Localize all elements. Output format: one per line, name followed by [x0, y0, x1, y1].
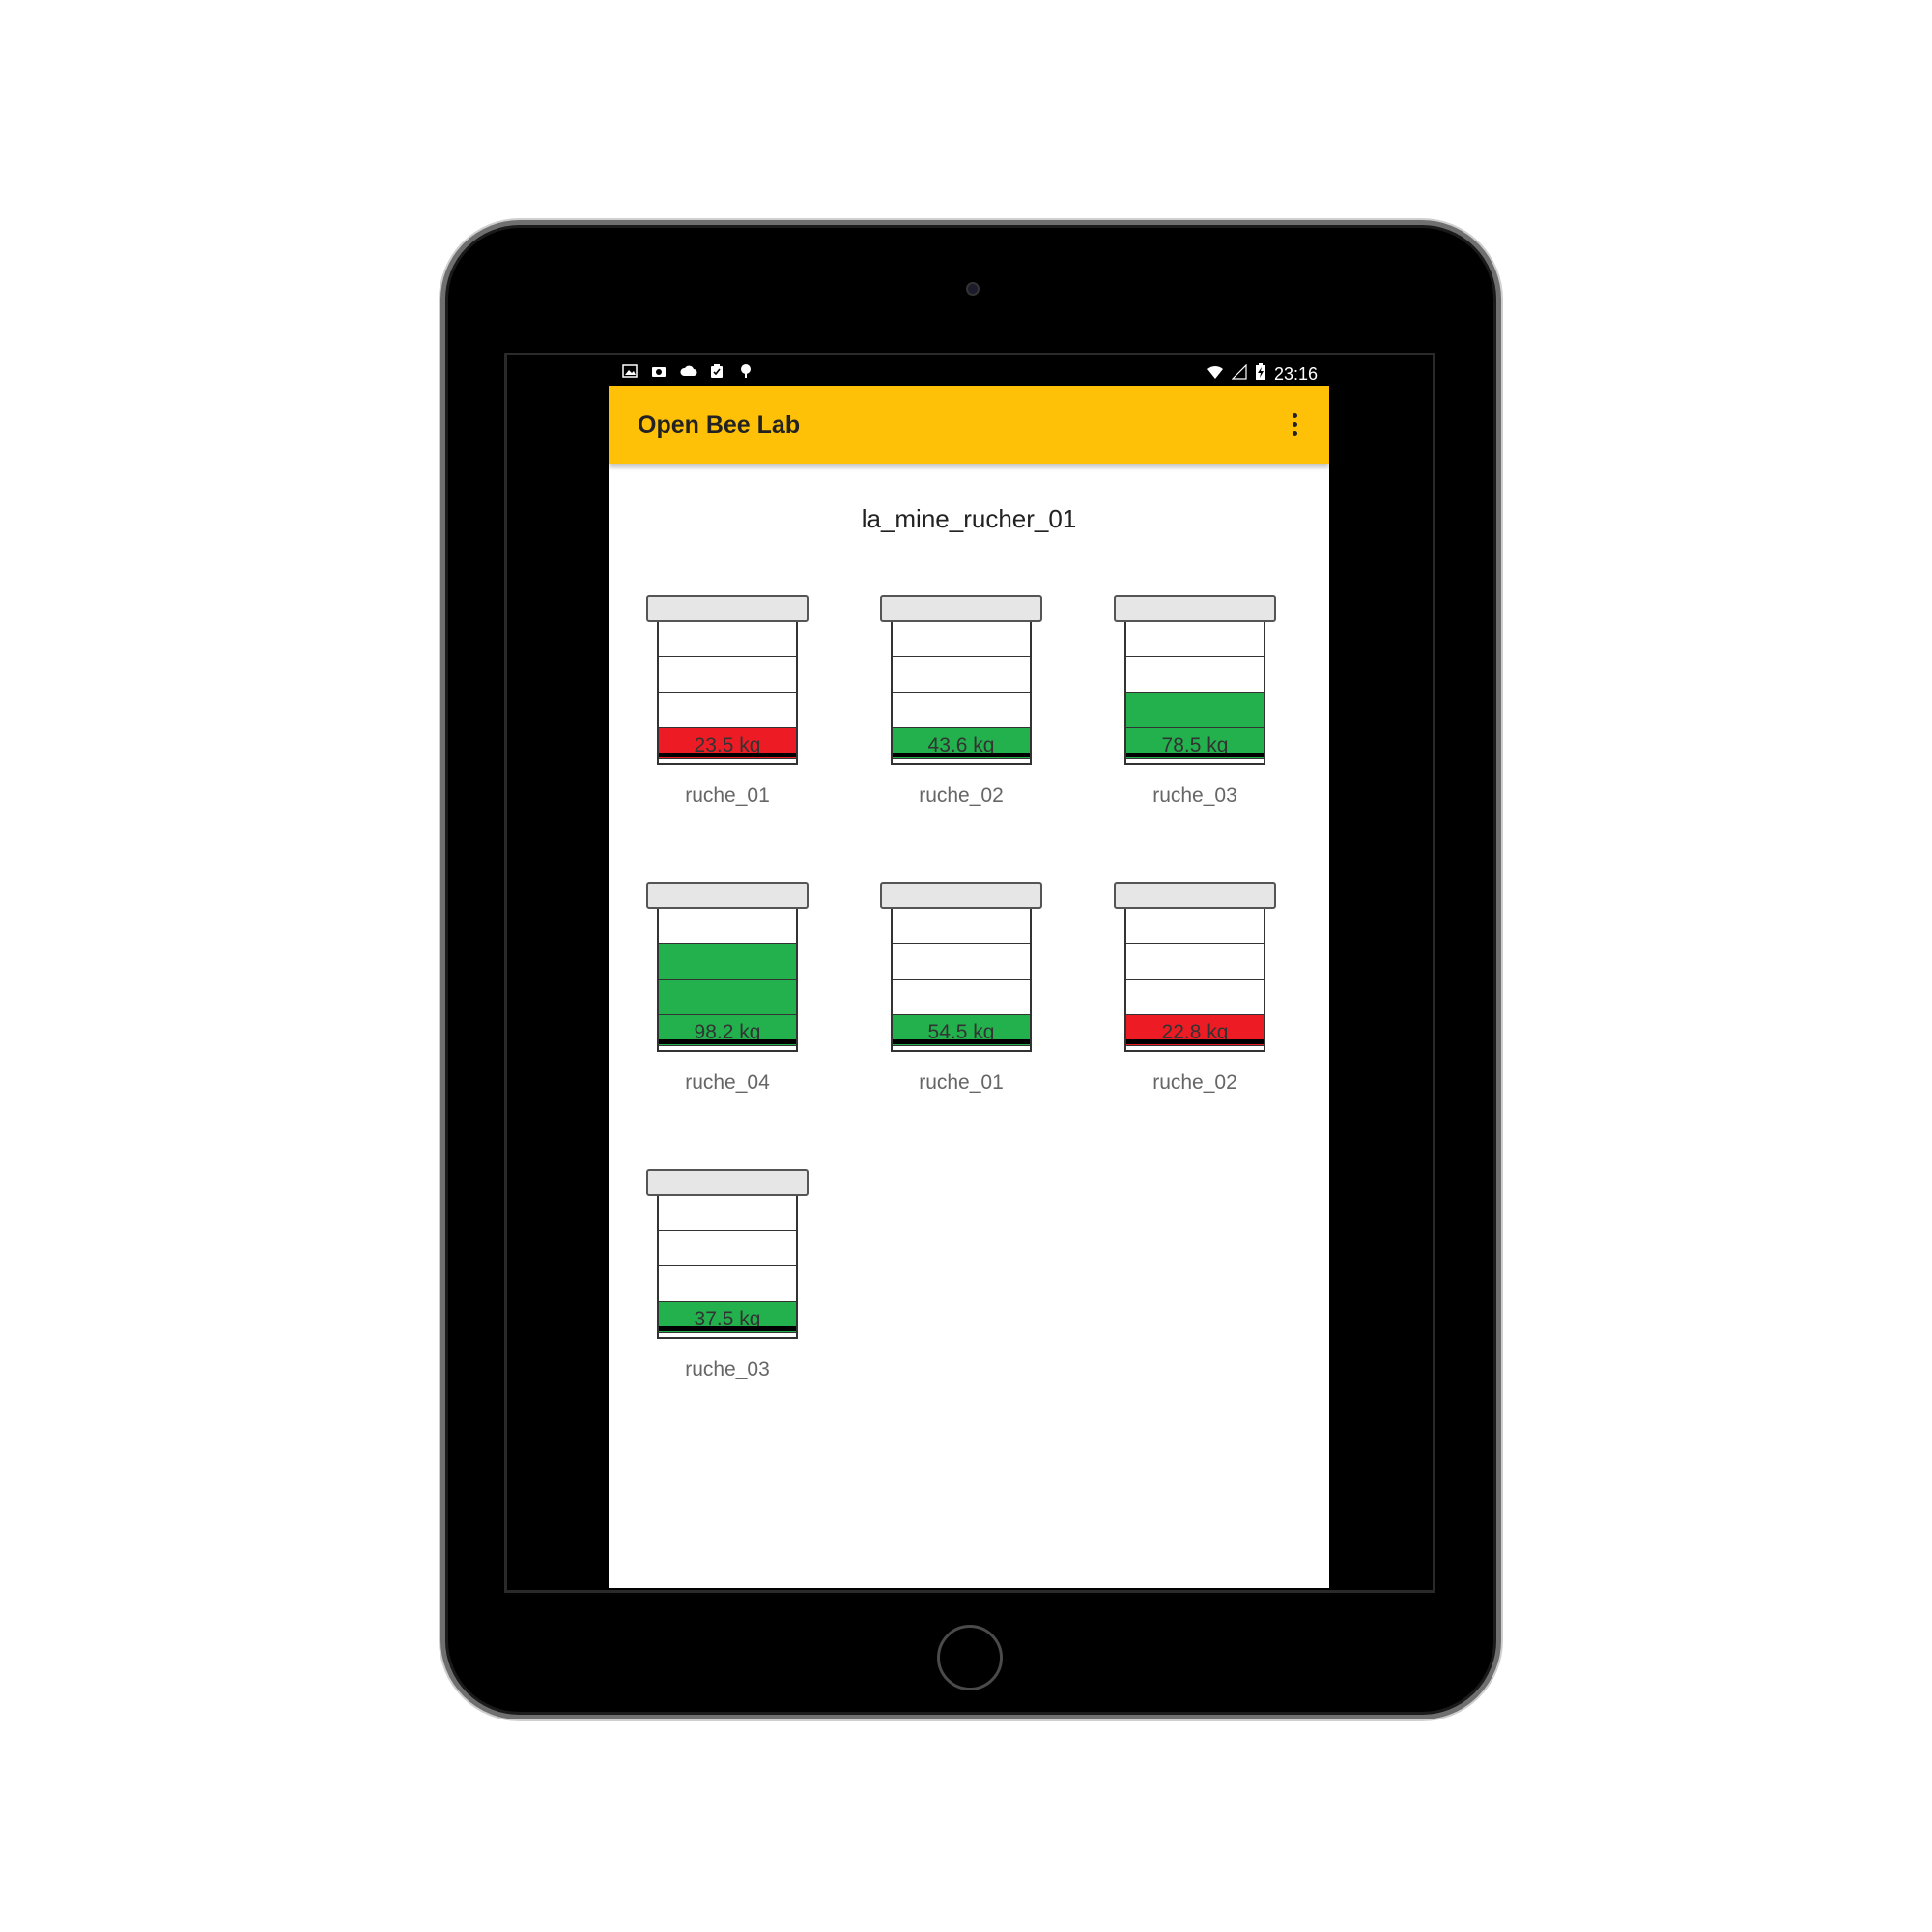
camera-lens: [966, 282, 980, 296]
hive-roof: [1114, 882, 1276, 909]
hive-base: [659, 1326, 796, 1331]
hive-card[interactable]: 23.5 kg ruche_01: [646, 595, 809, 807]
hive-box: [893, 622, 1030, 657]
hive-box: [1126, 657, 1264, 693]
home-button[interactable]: [937, 1625, 1003, 1690]
hive-card[interactable]: 22.8 kg ruche_02: [1114, 882, 1276, 1094]
hive-box: [1126, 980, 1264, 1015]
hive-box: [659, 1266, 796, 1302]
notification-icons: [622, 363, 753, 379]
hive-icon: 23.5 kg: [657, 622, 798, 765]
hive-base: [893, 753, 1030, 757]
hive-card[interactable]: 78.5 kg ruche_03: [1114, 595, 1276, 807]
hive-box: [893, 980, 1030, 1015]
hive-name: ruche_04: [685, 1071, 770, 1094]
hive-box: [659, 622, 796, 657]
hive-base: [659, 753, 796, 757]
wifi-icon: [1207, 364, 1224, 384]
battery-charging-icon: [1255, 363, 1266, 385]
hive-box: [1126, 944, 1264, 980]
hive-box: [659, 1196, 796, 1231]
hive-box: [1126, 693, 1264, 728]
hive-base: [1126, 1039, 1264, 1044]
clock: 23:16: [1273, 364, 1318, 384]
hive-box: [893, 657, 1030, 693]
hive-card[interactable]: 37.5 kg ruche_03: [646, 1169, 809, 1380]
hive-name: ruche_03: [685, 1358, 770, 1380]
hive-box: [659, 944, 796, 980]
hive-roof: [880, 882, 1042, 909]
hive-roof: [646, 595, 809, 622]
hive-box: [659, 693, 796, 728]
hive-roof: [880, 595, 1042, 622]
hive-name: ruche_02: [919, 784, 1004, 807]
hive-base: [1126, 753, 1264, 757]
hive-name: ruche_03: [1152, 784, 1237, 807]
hive-box: [1126, 909, 1264, 944]
hive-card[interactable]: 98.2 kg ruche_04: [646, 882, 809, 1094]
hive-card[interactable]: 43.6 kg ruche_02: [880, 595, 1042, 807]
hive-icon: 37.5 kg: [657, 1196, 798, 1339]
hive-icon: 43.6 kg: [891, 622, 1032, 765]
hive-box: [659, 909, 796, 944]
hive-icon: 22.8 kg: [1124, 909, 1265, 1052]
hive-icon: 78.5 kg: [1124, 622, 1265, 765]
system-indicators: 23:16: [1207, 363, 1318, 385]
hive-card[interactable]: 54.5 kg ruche_01: [880, 882, 1042, 1094]
cloud-icon: [680, 363, 697, 379]
signal-icon: [1231, 363, 1247, 384]
hive-name: ruche_02: [1152, 1071, 1237, 1094]
clipboard-check-icon: [709, 363, 724, 379]
hive-name: ruche_01: [685, 784, 770, 807]
hive-box: [1126, 622, 1264, 657]
hive-base: [659, 1039, 796, 1044]
hive-box: [893, 944, 1030, 980]
camera-icon: [651, 363, 667, 379]
app-screen: Open Bee Lab la_mine_rucher_01 23.5 kg ru…: [609, 386, 1329, 1588]
tree-icon: [738, 363, 753, 379]
hive-box: [893, 693, 1030, 728]
hive-base: [893, 1039, 1030, 1044]
hive-box: [659, 657, 796, 693]
status-bar: 23:16: [609, 359, 1329, 386]
hive-box: [893, 909, 1030, 944]
hive-roof: [1114, 595, 1276, 622]
hive-roof: [646, 882, 809, 909]
hive-roof: [646, 1169, 809, 1196]
hive-name: ruche_01: [919, 1071, 1004, 1094]
hive-box: [659, 980, 796, 1015]
image-icon: [622, 363, 638, 379]
hive-box: [659, 1231, 796, 1266]
hive-icon: 54.5 kg: [891, 909, 1032, 1052]
hive-icon: 98.2 kg: [657, 909, 798, 1052]
hive-grid: 23.5 kg ruche_01 43.6 kg ruche_02 78.5 kg ruc…: [609, 386, 1329, 1588]
